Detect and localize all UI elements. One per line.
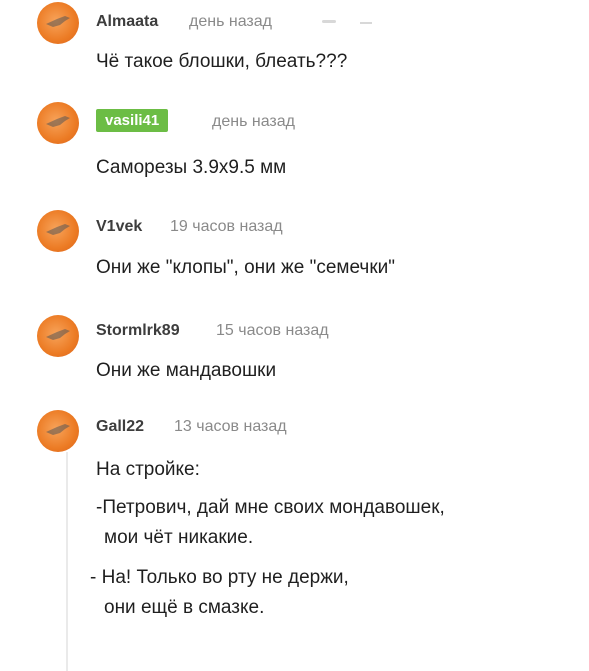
- avatar[interactable]: [37, 410, 79, 452]
- comment-text: Саморезы 3.9х9.5 мм: [96, 157, 287, 178]
- comment-time: день назад: [189, 13, 272, 30]
- bird-icon: [46, 224, 70, 235]
- avatar[interactable]: [37, 102, 79, 144]
- bird-icon: [46, 16, 70, 27]
- bird-icon: [46, 424, 70, 435]
- comment-author[interactable]: Almaata: [96, 13, 158, 31]
- avatar[interactable]: [37, 315, 79, 357]
- divider: [322, 20, 336, 23]
- comment-text-line: На стройке:: [96, 459, 200, 480]
- bird-icon: [46, 116, 70, 127]
- comment-text-line: они ещё в смазке.: [104, 597, 265, 618]
- thread-line: [66, 452, 68, 671]
- comment-time: 13 часов назад: [174, 418, 287, 435]
- comment-author[interactable]: Gall22: [96, 418, 144, 436]
- bird-icon: [46, 329, 70, 340]
- comment-time: 19 часов назад: [170, 218, 283, 235]
- author-badge[interactable]: vasili41: [96, 109, 169, 132]
- comment-author[interactable]: Stormlrk89: [96, 322, 180, 340]
- comment-text: Они же "клопы", они же "семечки": [96, 257, 395, 278]
- avatar[interactable]: [37, 2, 79, 44]
- comment-author[interactable]: V1vek: [96, 218, 142, 236]
- comment-time: 15 часов назад: [216, 322, 329, 339]
- comment-text: Чё такое блошки, блеать???: [96, 51, 348, 72]
- comment-text: Они же мандавошки: [96, 360, 277, 381]
- comment-time: день назад: [212, 113, 295, 130]
- comment-text-line: - На! Только во рту не держи,: [90, 567, 349, 588]
- divider: [360, 22, 372, 24]
- comment-text-line: -Петрович, дай мне своих мондавошек,: [96, 497, 445, 518]
- avatar[interactable]: [37, 210, 79, 252]
- comment-text-line: мои чёт никакие.: [104, 527, 254, 548]
